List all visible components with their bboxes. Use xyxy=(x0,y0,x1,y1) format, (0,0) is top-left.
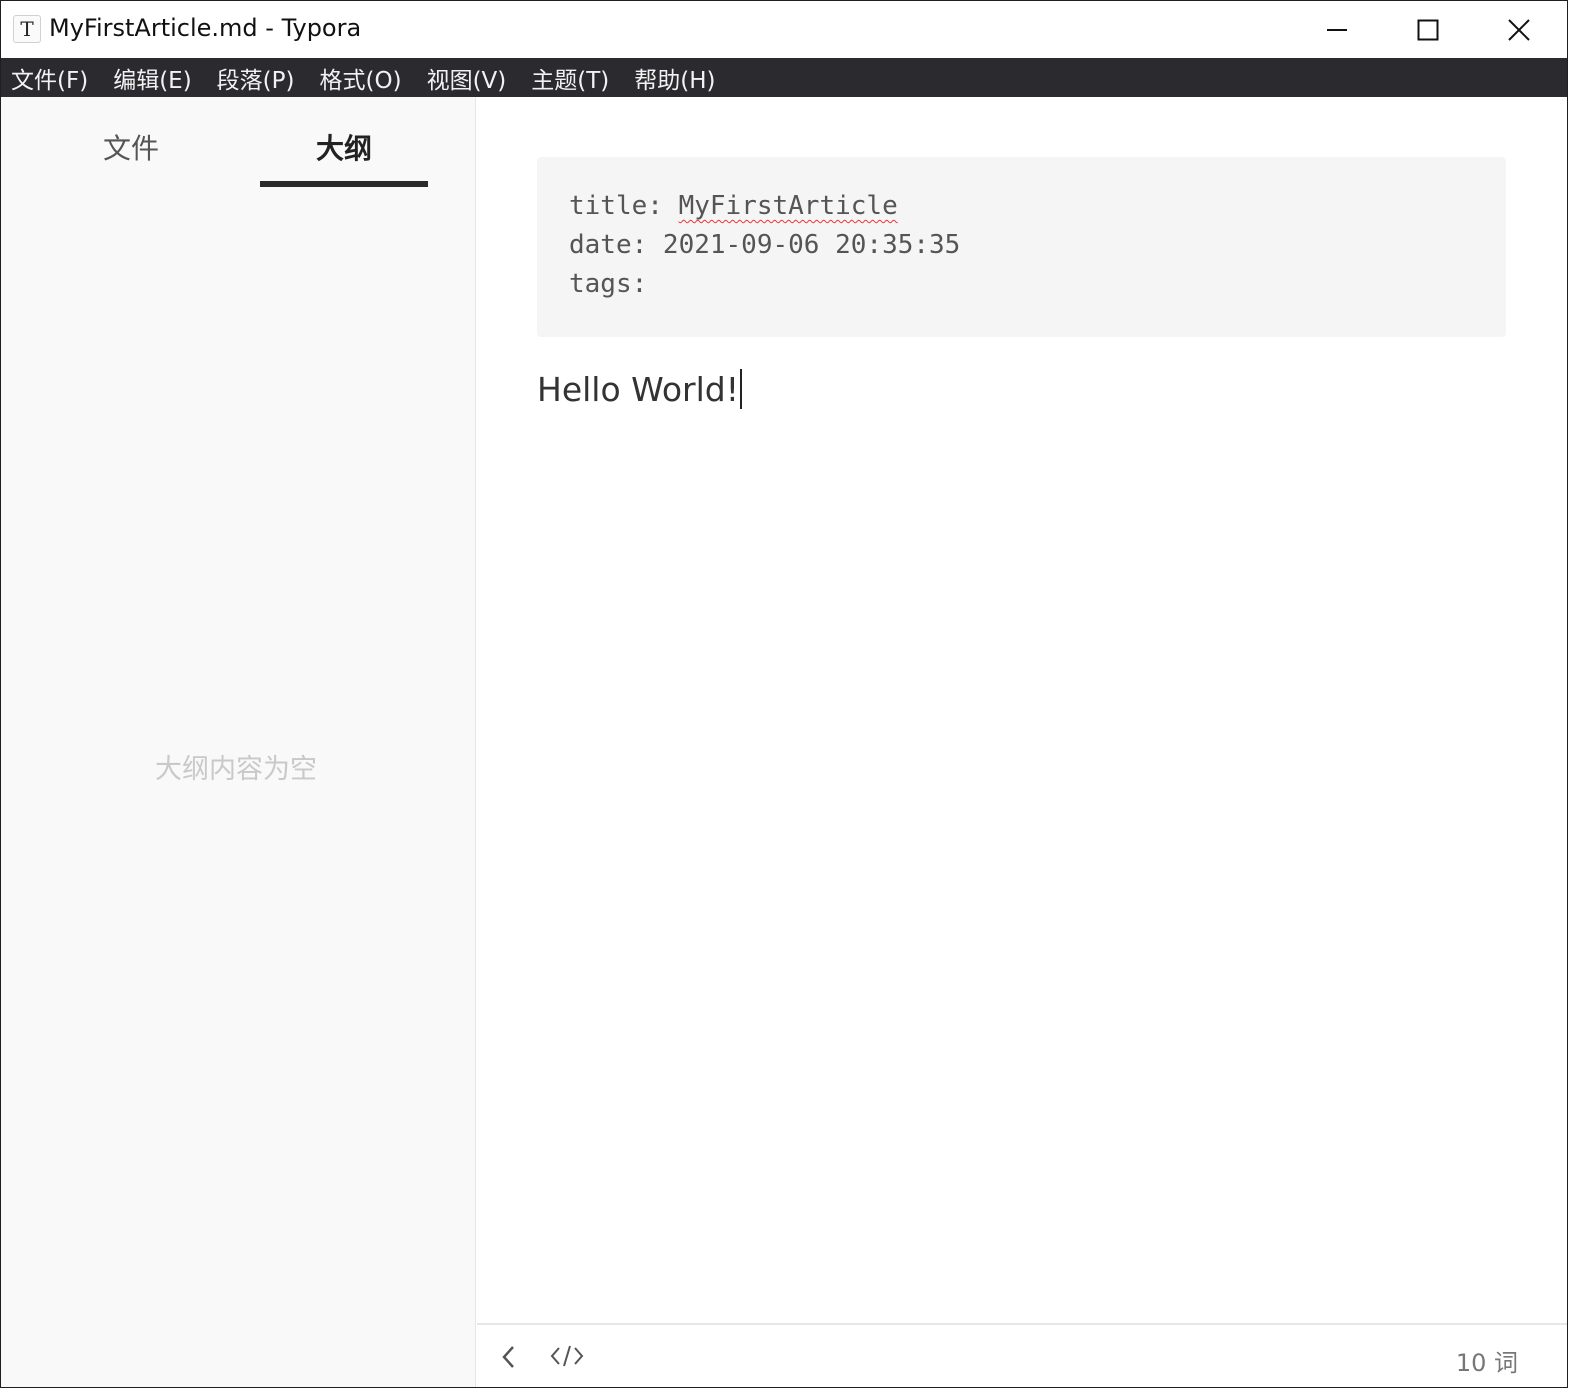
front-matter-tags-line: tags: xyxy=(569,269,648,299)
body-paragraph[interactable]: Hello World! xyxy=(537,369,742,409)
code-icon xyxy=(550,1345,584,1367)
text-caret xyxy=(739,369,742,409)
editor-area[interactable]: title: MyFirstArticle date: 2021-09-06 2… xyxy=(477,97,1567,1323)
menu-bar: 文件(F) 编辑(E) 段落(P) 格式(O) 视图(V) 主题(T) 帮助(H… xyxy=(1,58,1567,97)
chevron-left-icon xyxy=(502,1346,514,1368)
title-bar: T MyFirstArticle.md - Typora xyxy=(1,1,1567,58)
menu-help[interactable]: 帮助(H) xyxy=(634,61,715,95)
front-matter-title-key: title: xyxy=(569,191,679,221)
menu-format[interactable]: 格式(O) xyxy=(320,61,402,95)
body-text: Hello World! xyxy=(537,370,739,409)
menu-theme[interactable]: 主题(T) xyxy=(531,61,609,95)
menu-paragraph[interactable]: 段落(P) xyxy=(217,61,295,95)
active-tab-indicator xyxy=(260,181,428,187)
menu-edit[interactable]: 编辑(E) xyxy=(113,61,191,95)
toggle-sidebar-button[interactable] xyxy=(495,1343,523,1371)
front-matter-title-value: MyFirstArticle xyxy=(678,191,898,221)
tab-files[interactable]: 文件 xyxy=(61,127,201,167)
outline-empty-message: 大纲内容为空 xyxy=(155,754,317,785)
menu-view[interactable]: 视图(V) xyxy=(427,61,507,95)
front-matter-date-line: date: 2021-09-06 20:35:35 xyxy=(569,230,961,260)
minimize-button[interactable] xyxy=(1291,1,1383,58)
minimize-icon xyxy=(1327,28,1347,31)
maximize-button[interactable] xyxy=(1382,1,1474,58)
close-button[interactable] xyxy=(1473,1,1565,58)
window-title: MyFirstArticle.md - Typora xyxy=(49,14,362,42)
typora-app-icon: T xyxy=(13,15,41,43)
source-code-mode-button[interactable] xyxy=(549,1341,585,1371)
maximize-icon xyxy=(1417,19,1439,40)
typora-window: T MyFirstArticle.md - Typora 文件(F) 编辑(E)… xyxy=(0,0,1568,1388)
status-bar: 10 词 xyxy=(477,1323,1567,1387)
tab-outline[interactable]: 大纲 xyxy=(260,127,428,167)
front-matter-title-line: title: MyFirstArticle xyxy=(569,187,1474,226)
front-matter-block[interactable]: title: MyFirstArticle date: 2021-09-06 2… xyxy=(537,157,1506,337)
menu-file[interactable]: 文件(F) xyxy=(11,61,88,95)
word-count[interactable]: 10 词 xyxy=(1456,1343,1518,1378)
close-icon xyxy=(1508,18,1530,41)
sidebar: 文件 大纲 大纲内容为空 xyxy=(1,97,476,1387)
